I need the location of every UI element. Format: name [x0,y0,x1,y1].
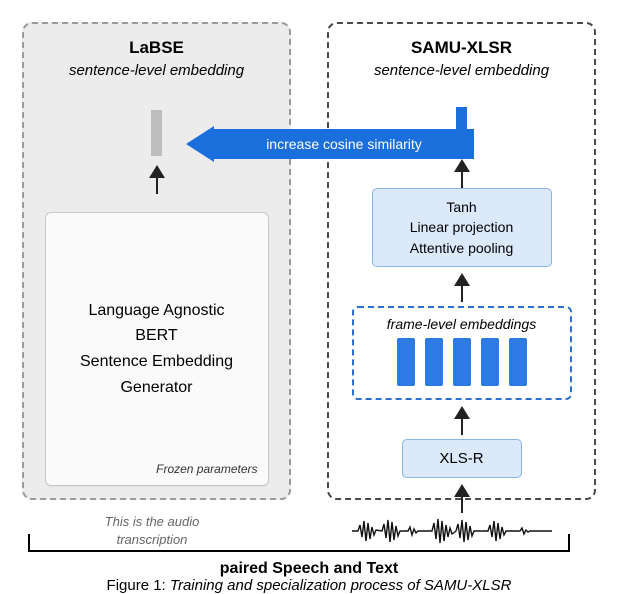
arrow-up-icon [149,163,165,194]
arrow-up-icon [454,482,470,513]
embedding-bar-icon [151,110,162,156]
input-line: This is the audio [62,513,242,531]
xlsr-box: XLS-R [402,439,522,478]
architecture-diagram: increase cosine similarity LaBSE sentenc… [22,22,596,534]
arrow-up-icon [454,271,470,302]
labse-box-line: Sentence Embedding [80,349,233,375]
frozen-parameters-label: Frozen parameters [156,460,257,479]
labse-box-line: Generator [120,375,192,401]
labse-box-line: BERT [135,323,177,349]
frame-label: frame-level embeddings [362,316,562,332]
pooling-line: Tanh [383,197,541,217]
samu-subtitle: sentence-level embedding [374,62,549,79]
frame-bar-icon [481,338,499,386]
caption-prefix: Figure 1: [107,577,170,594]
labse-column: LaBSE sentence-level embedding Language … [22,22,291,500]
arrow-up-icon [454,404,470,435]
pooling-line: Linear projection [383,217,541,237]
paired-bracket-icon [28,534,570,552]
labse-box-line: Language Agnostic [88,298,224,324]
paired-label: paired Speech and Text [0,560,618,578]
frame-bar-icon [425,338,443,386]
labse-title: LaBSE [129,38,184,58]
caption-text: Training and specialization process of S… [170,577,512,594]
frame-bar-icon [397,338,415,386]
labse-subtitle: sentence-level embedding [69,62,244,79]
samu-title: SAMU-XLSR [411,38,512,58]
frame-bars-icon [362,338,562,386]
figure-caption: Figure 1: Training and specialization pr… [0,577,618,594]
frame-bar-icon [509,338,527,386]
arrow-left-icon [186,126,214,162]
labse-generator-box: Language Agnostic BERT Sentence Embeddin… [45,212,269,486]
cosine-label: increase cosine similarity [214,129,474,159]
cosine-similarity-arrow: increase cosine similarity [186,126,474,162]
pooling-box: Tanh Linear projection Attentive pooling [372,188,552,267]
frame-bar-icon [453,338,471,386]
samu-xlsr-column: SAMU-XLSR sentence-level embedding Tanh … [327,22,596,500]
pooling-line: Attentive pooling [383,238,541,258]
frame-embeddings-box: frame-level embeddings [352,306,572,400]
